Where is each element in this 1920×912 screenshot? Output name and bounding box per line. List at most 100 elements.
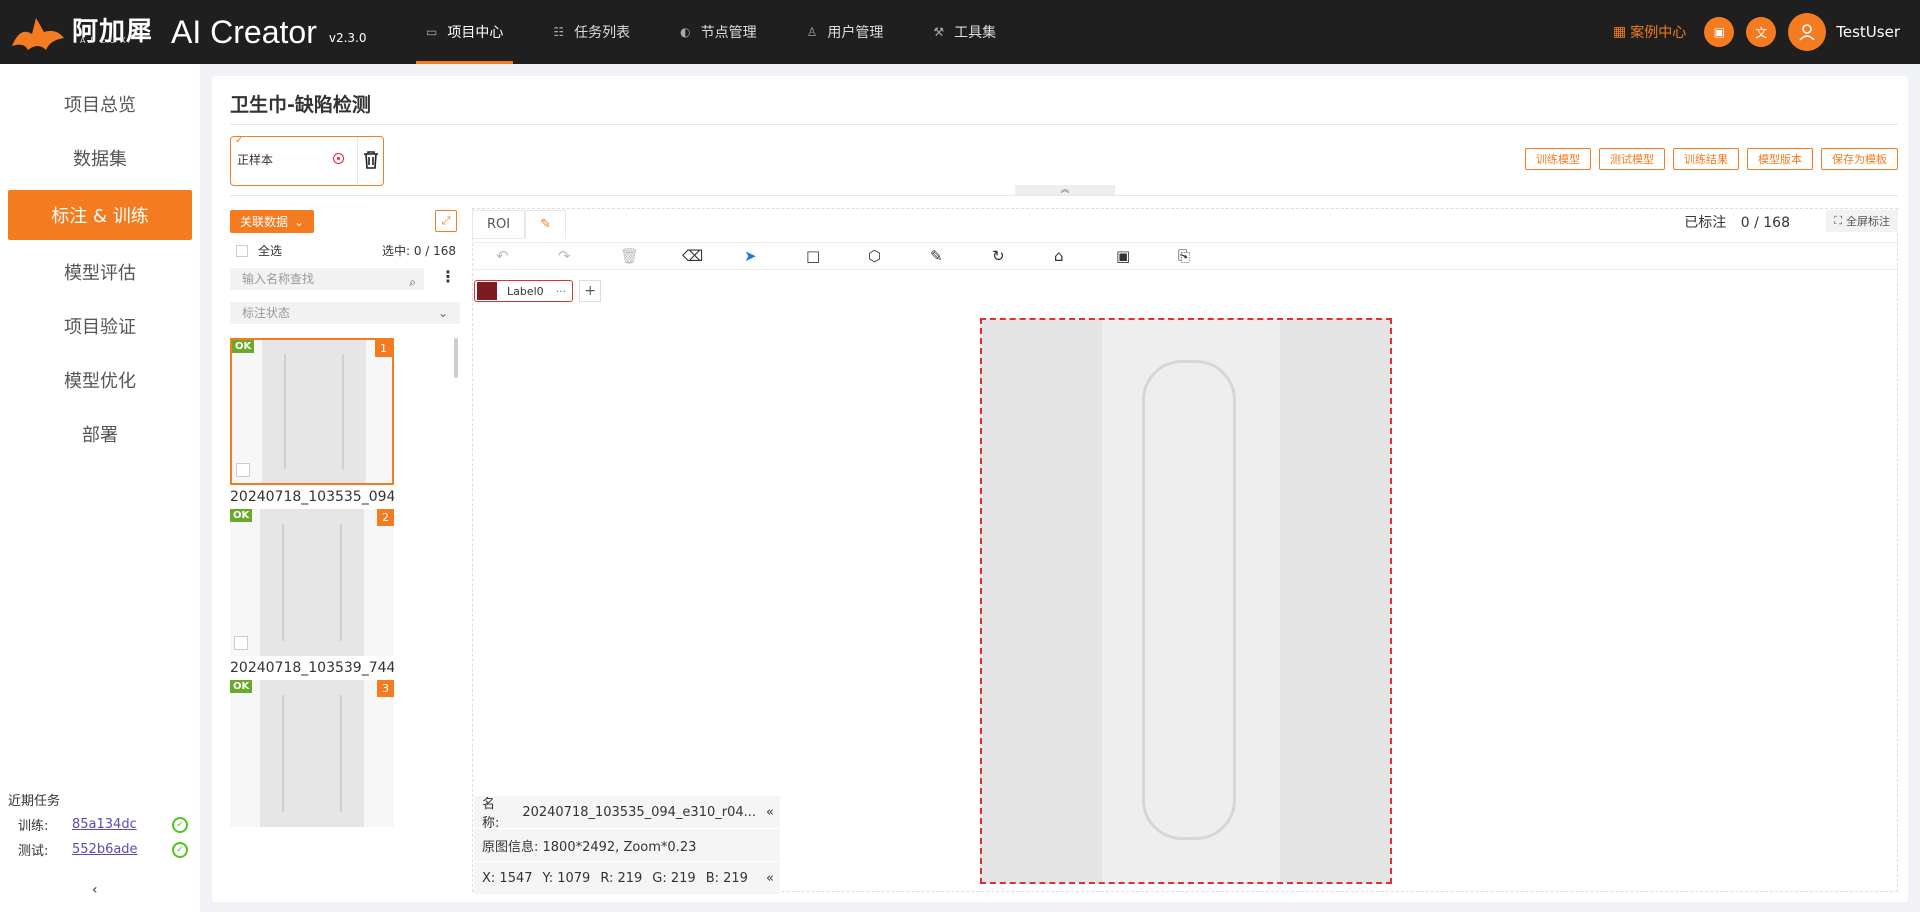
double-chevron-left-icon[interactable]: « <box>766 871 774 886</box>
save-template-button[interactable]: 保存为模板 <box>1821 148 1898 170</box>
tab-annotate[interactable]: ✎ <box>525 210 567 239</box>
chevron-left-icon: ‹ <box>92 882 98 898</box>
select-all-checkbox[interactable] <box>236 244 248 257</box>
expand-button[interactable]: ⤢ <box>435 210 457 232</box>
sidebar-item-optimization[interactable]: 模型优化 <box>8 358 192 402</box>
model-version-button[interactable]: 模型版本 <box>1747 148 1813 170</box>
tab-roi[interactable]: ROI <box>472 210 526 239</box>
index-badge: 3 <box>377 680 394 697</box>
thumbnail-checkbox[interactable] <box>236 463 250 477</box>
case-center-link[interactable]: ▦ 案例中心 <box>1613 22 1686 42</box>
recent-tasks: 近期任务 训练: 85a134dc ✓ 测试: 552b6ade ✓ <box>8 790 188 859</box>
test-task-link[interactable]: 552b6ade <box>72 842 172 857</box>
label-row: Label0 ··· + <box>474 280 602 302</box>
clear-icon[interactable]: ⌂ <box>1054 247 1116 265</box>
sample-name: 正样本 <box>237 153 274 167</box>
thumbnail-image <box>262 340 366 483</box>
add-label-button[interactable]: + <box>579 280 602 302</box>
wrench-icon: ⚒ <box>933 25 945 39</box>
image-info-panel: 名称: 20240718_103535_094_e310_r04... « 原图… <box>474 796 780 895</box>
avatar[interactable] <box>1788 13 1827 51</box>
nav-user-management[interactable]: ♙ 用户管理 <box>791 0 900 64</box>
nav-task-list[interactable]: ☷ 任务列表 <box>537 0 646 64</box>
search-icon[interactable]: ⌕ <box>409 271 416 293</box>
recent-task-test: 测试: 552b6ade ✓ <box>8 840 188 859</box>
more-options-icon[interactable]: ⋮ <box>440 268 456 286</box>
users-icon: ♙ <box>806 25 818 39</box>
expand-icon: ⤢ <box>441 214 451 227</box>
info-meta-row: 原图信息: 1800*2492, Zoom*0.23 <box>474 829 780 862</box>
annotation-image[interactable] <box>980 318 1392 884</box>
delete-icon[interactable]: 🗑 <box>620 247 682 265</box>
radio-dot-icon[interactable] <box>333 153 344 164</box>
redo-icon[interactable]: ↷ <box>558 247 620 265</box>
thumbnail-name: 20240718_103535_094_e3... <box>230 489 394 505</box>
image-name: 20240718_103535_094_e310_r04... <box>522 804 757 820</box>
r-value: R: 219 <box>600 870 643 886</box>
language-button[interactable]: 文 <box>1746 17 1777 47</box>
thumbnail-list: OK 1 20240718_103535_094_e3... OK 2 2024… <box>230 338 410 892</box>
box-icon: ▣ <box>1713 25 1725 39</box>
more-icon[interactable]: ··· <box>556 285 567 298</box>
image-meta: 原图信息: 1800*2492, Zoom*0.23 <box>482 839 697 855</box>
sidebar-item-annotate-train[interactable]: 标注 & 训练 <box>8 190 192 240</box>
thumbnail-checkbox[interactable] <box>234 636 248 650</box>
notification-button[interactable]: ▣ <box>1704 17 1735 47</box>
divider <box>230 124 1898 125</box>
associate-data-button[interactable]: 关联数据 ⌄ <box>230 210 315 233</box>
save-icon[interactable]: ▣ <box>1116 247 1178 265</box>
ok-badge: OK <box>230 680 253 693</box>
label-chip[interactable]: Label0 ··· <box>474 280 574 302</box>
thumbnail-item[interactable]: OK 3 <box>230 680 394 827</box>
double-chevron-left-icon[interactable]: « <box>766 805 774 820</box>
nav-toolset[interactable]: ⚒ 工具集 <box>917 0 1012 64</box>
user-icon <box>1799 24 1815 41</box>
check-icon: ✓ <box>235 135 244 146</box>
brand-logo-icon <box>12 18 64 50</box>
train-task-link[interactable]: 85a134dc <box>72 817 172 832</box>
g-value: G: 219 <box>652 870 696 886</box>
status-filter-select[interactable]: 标注状态 ⌄ <box>230 302 460 324</box>
sidebar-item-overview[interactable]: 项目总览 <box>8 82 192 126</box>
info-coords-row: X: 1547 Y: 1079 R: 219 G: 219 B: 219 « <box>474 862 780 895</box>
search-input[interactable]: 输入名称查找 ⌕ <box>230 268 424 290</box>
collapse-sidebar-button[interactable]: ‹ <box>92 882 98 898</box>
nav-node-management[interactable]: ◐ 节点管理 <box>664 0 772 64</box>
chevron-down-icon: ⌄ <box>294 214 305 229</box>
x-coord: X: 1547 <box>482 870 533 886</box>
train-results-button[interactable]: 训练结果 <box>1673 148 1739 170</box>
sample-tab[interactable]: ✓ 正样本 <box>230 135 384 186</box>
thumbnail-item[interactable]: OK 2 <box>230 509 394 656</box>
pointer-icon[interactable]: ➤ <box>744 247 806 265</box>
polygon-icon[interactable]: ⬡ <box>868 247 930 265</box>
train-model-button[interactable]: 训练模型 <box>1525 148 1591 170</box>
undo-icon[interactable]: ↶ <box>496 247 558 265</box>
sidebar-item-evaluation[interactable]: 模型评估 <box>8 250 192 294</box>
divider <box>230 195 1898 196</box>
chevron-up-icon: ︽ <box>1060 185 1070 195</box>
fullscreen-annotate-button[interactable]: ⛶ 全屏标注 <box>1826 210 1898 232</box>
b-value: B: 219 <box>705 870 748 886</box>
thumbnail-item[interactable]: OK 1 <box>230 338 394 485</box>
nav-project-center[interactable]: ▭ 项目中心 <box>410 0 519 64</box>
rotate-icon[interactable]: ↻ <box>992 247 1054 265</box>
collapse-handle[interactable]: ︽ <box>1015 185 1115 195</box>
brush-icon[interactable]: ✎ <box>930 247 992 265</box>
index-badge: 2 <box>377 509 394 526</box>
username[interactable]: TestUser <box>1836 23 1900 41</box>
translate-icon: 文 <box>1755 25 1768 40</box>
save-as-icon[interactable]: ⎘ <box>1178 247 1240 265</box>
logo[interactable]: 阿加犀 AI Creator v2.3.0 <box>10 12 366 52</box>
labeled-count: 已标注 0 / 168 <box>1684 215 1790 231</box>
sidebar-item-deploy[interactable]: 部署 <box>8 412 192 456</box>
scrollbar[interactable] <box>454 338 458 378</box>
sidebar-item-dataset[interactable]: 数据集 <box>8 136 192 180</box>
test-model-button[interactable]: 测试模型 <box>1599 148 1665 170</box>
top-right-area: ▦ 案例中心 ▣ 文 TestUser <box>1613 0 1900 64</box>
trash-icon[interactable] <box>362 150 380 170</box>
select-all[interactable]: 全选 <box>236 242 282 259</box>
rectangle-icon[interactable]: □ <box>806 247 868 265</box>
eraser-icon[interactable]: ⌫ <box>682 247 744 265</box>
check-circle-icon: ✓ <box>172 816 188 833</box>
sidebar-item-validation[interactable]: 项目验证 <box>8 304 192 348</box>
